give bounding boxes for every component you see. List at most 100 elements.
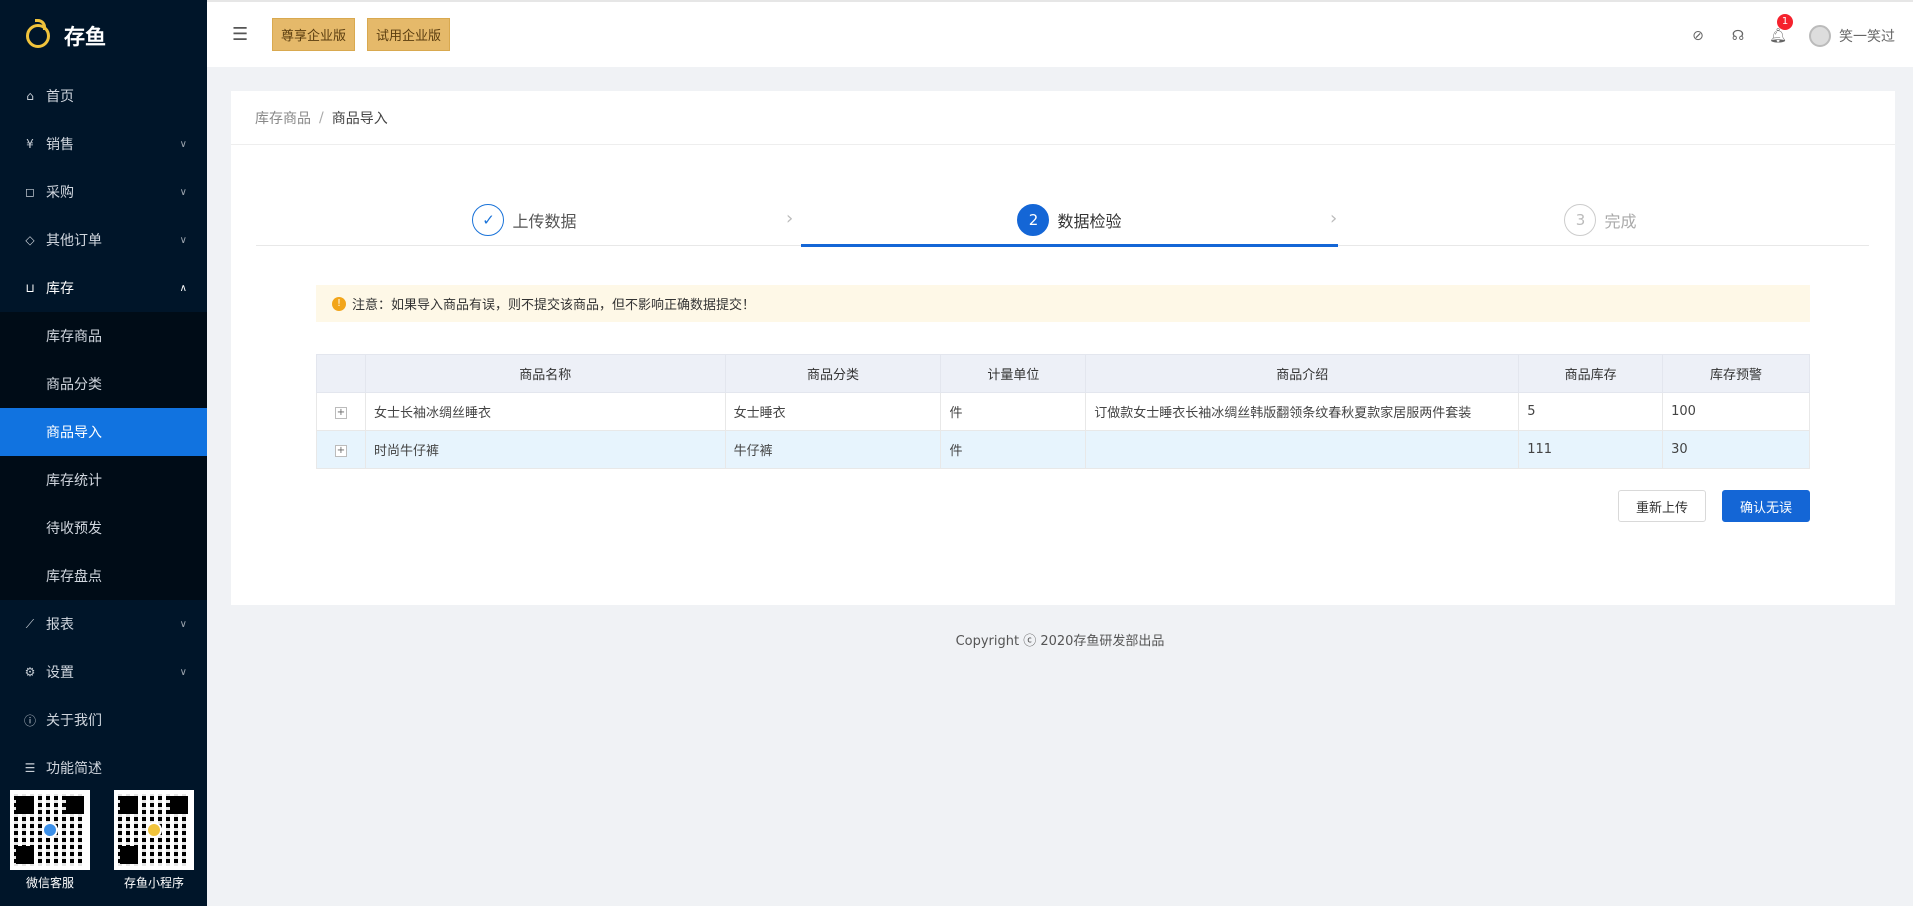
notice-text: 注意：如果导入商品有误，则不提交该商品，但不影响正确数据提交！ [352,298,756,313]
gear-icon: ⚙ [24,665,36,679]
table-cell: 牛仔裤 [724,430,942,469]
qr-wechat-service: 微信客服 [10,790,90,891]
top-header: ☰ 尊享企业版 试用企业版 ⊘ ☊ 🔔︎ 1 笑一笑过 [207,0,1913,67]
table-cell: 件 [940,430,1087,469]
breadcrumb: 库存商品 / 商品导入 [231,91,1895,145]
qr-label: 微信客服 [25,876,74,890]
step-label: 完成 [1604,212,1637,231]
table-cell: 件 [940,392,1087,431]
check-icon: ✓ [472,204,505,236]
expand-row-icon[interactable]: + [334,444,347,457]
column-header-expand [316,354,366,393]
username: 笑一笑过 [1839,28,1895,45]
sidebar-subitem-inventory-stats[interactable]: 库存统计 [0,456,207,504]
sidebar-item-features[interactable]: ☰ 功能简述 [0,744,207,792]
table-cell: 5 [1518,392,1664,431]
menu-collapse-icon[interactable]: ☰ [232,24,252,45]
sidebar-item-label: 报表 [46,617,74,633]
sidebar-item-home[interactable]: ⌂ 首页 [0,72,207,120]
sidebar-item-settings[interactable]: ⚙ 设置 ∨ [0,648,207,696]
warning-icon: ! [332,296,346,311]
sidebar-subitem-goods-import[interactable]: 商品导入 [0,408,207,456]
breadcrumb-current: 商品导入 [331,110,388,127]
yen-icon: ¥ [26,137,34,151]
chart-icon: ⟋ [25,616,35,631]
expand-row-icon[interactable]: + [334,406,347,419]
confirm-button[interactable]: 确认无误 [1722,490,1810,522]
step-label: 上传数据 [512,212,577,231]
fish-logo-icon [26,19,50,48]
step-upload: ✓ 上传数据 [256,194,793,246]
table-row: + 时尚牛仔裤 牛仔裤 件 111 30 [316,430,1810,469]
home-icon: ⌂ [26,89,34,103]
table-cell: 30 [1662,430,1810,469]
reupload-button[interactable]: 重新上传 [1618,490,1706,522]
sidebar-item-label: 设置 [46,665,74,681]
bag-icon: ◻ [25,185,35,199]
chevron-down-icon: ∨ [179,666,187,678]
sidebar-item-purchase[interactable]: ◻ 采购 ∨ [0,168,207,216]
sidebar-item-label: 采购 [46,185,74,201]
tag-icon: ◇ [25,233,35,247]
step-complete: 3 完成 [1332,194,1869,246]
notification-count: 1 [1777,13,1793,30]
chevron-down-icon: ∨ [179,186,187,198]
sidebar-subitem-goods-category[interactable]: 商品分类 [0,360,207,408]
steps: ✓ 上传数据 › 2 数据检验 › 3 完成 [256,194,1869,247]
inventory-submenu: 库存商品 商品分类 商品导入 库存统计 待收预发 库存盘点 [0,312,207,600]
qr-label: 存鱼小程序 [123,876,184,890]
list-icon: ☰ [24,761,36,775]
edition-premium-button[interactable]: 尊享企业版 [272,18,356,51]
qr-code-image [10,790,90,870]
sidebar-subitem-inventory-goods[interactable]: 库存商品 [0,312,207,360]
chevron-down-icon: ∨ [179,138,187,150]
logo[interactable]: 存鱼 [0,0,207,72]
qr-code-image [114,790,194,870]
chevron-up-icon: ∧ [179,282,187,294]
sidebar-item-label: 关于我们 [46,713,102,729]
step-label: 数据检验 [1057,212,1122,231]
info-icon: ⓘ [23,713,36,728]
sidebar-item-label: 功能简述 [46,761,102,777]
app-name: 存鱼 [64,25,106,49]
compass-icon[interactable]: ⊘ [1689,28,1707,44]
breadcrumb-parent[interactable]: 库存商品 [255,108,311,128]
sidebar-subitem-stocktake[interactable]: 库存盘点 [0,552,207,600]
warning-notice: ! 注意：如果导入商品有误，则不提交该商品，但不影响正确数据提交！ [316,285,1810,322]
cart-icon: ⊔ [25,281,35,295]
sidebar: 存鱼 ⌂ 首页 ¥ 销售 ∨ ◻ 采购 ∨ ◇ 其他订单 ∨ ⊔ 库存 ∧ 库存… [0,0,207,906]
sidebar-item-sales[interactable]: ¥ 销售 ∨ [0,120,207,168]
sidebar-item-reports[interactable]: ⟋ 报表 ∨ [0,600,207,648]
table-header-row: 商品名称 商品分类 计量单位 商品介绍 商品库存 库存预警 [316,354,1810,393]
bell-icon[interactable]: 🔔︎ 1 [1769,13,1793,44]
import-table: 商品名称 商品分类 计量单位 商品介绍 商品库存 库存预警 + 女士长袖冰绸丝睡… [316,354,1810,469]
sidebar-item-about[interactable]: ⓘ 关于我们 [0,696,207,744]
column-header: 商品介绍 [1085,354,1520,393]
sidebar-item-other-orders[interactable]: ◇ 其他订单 ∨ [0,216,207,264]
sidebar-item-inventory[interactable]: ⊔ 库存 ∧ [0,264,207,312]
chevron-right-icon: › [786,208,794,229]
breadcrumb-separator: / [319,109,324,126]
chevron-down-icon: ∨ [179,618,187,630]
column-header: 商品名称 [364,354,726,393]
table-cell [1085,430,1520,469]
sidebar-item-label: 库存 [46,281,74,297]
column-header: 商品库存 [1518,354,1664,393]
user-menu[interactable]: 笑一笑过 [1809,24,1895,47]
table-cell: 订做款女士睡衣长袖冰绸丝韩版翻领条纹春秋夏款家居服两件套装 [1085,392,1520,431]
sidebar-item-label: 其他订单 [46,233,102,249]
table-cell: 时尚牛仔裤 [364,430,726,469]
step-validate: 2 数据检验 [801,194,1338,247]
table-row: + 女士长袖冰绸丝睡衣 女士睡衣 件 订做款女士睡衣长袖冰绸丝韩版翻领条纹春秋夏… [316,392,1810,431]
edition-trial-button[interactable]: 试用企业版 [367,18,451,51]
sidebar-item-label: 首页 [46,89,74,105]
footer-copyright: Copyright ⓒ 2020存鱼研发部出品 [955,634,1165,649]
headset-icon[interactable]: ☊ [1729,28,1747,44]
step-number: 2 [1017,204,1050,236]
sidebar-item-label: 销售 [46,137,74,153]
table-cell: 女士睡衣 [724,392,942,431]
sidebar-subitem-pending[interactable]: 待收预发 [0,504,207,552]
qr-codes: 微信客服 存鱼小程序 [10,790,194,891]
header-actions: ⊘ ☊ 🔔︎ 1 笑一笑过 [1689,2,1895,69]
column-header: 库存预警 [1662,354,1810,393]
